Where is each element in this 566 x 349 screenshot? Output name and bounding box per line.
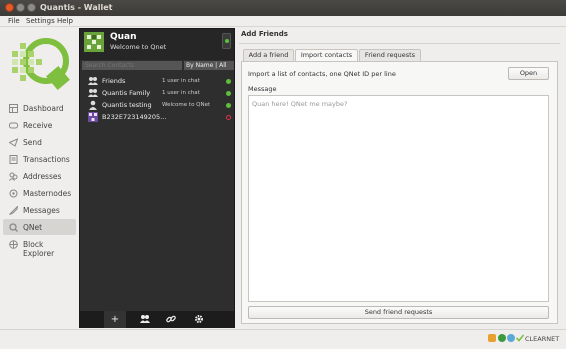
nav-dashboard-label: Dashboard [23, 104, 64, 113]
quantis-logo-icon [12, 38, 70, 91]
user-icon [89, 100, 97, 110]
online-status-toggle[interactable] [222, 33, 231, 49]
menu-help[interactable]: Help [57, 17, 73, 25]
minimize-window-button[interactable] [16, 3, 25, 12]
contact-status-text: 1 user in chat [162, 78, 200, 84]
online-indicator [226, 79, 231, 84]
menu-file[interactable]: File [8, 17, 20, 25]
receive-icon [9, 122, 18, 129]
qnet-icon [9, 223, 18, 232]
online-indicator [226, 91, 231, 96]
contacts-panel: Quan Welcome to Qnet By Name | All Frien… [79, 28, 235, 328]
add-friends-panel: Add Friends Add a friend Import contacts… [239, 28, 560, 326]
offline-indicator [226, 115, 231, 120]
page-title: Add Friends [241, 30, 288, 38]
profile-header: Quan Welcome to Qnet [80, 29, 234, 60]
contact-row[interactable]: Quantis testing Welcome to QNet [80, 99, 234, 111]
info-icon [507, 334, 515, 342]
nav-receive-label: Receive [23, 121, 53, 130]
add-group-button[interactable] [134, 311, 156, 328]
group-icon [140, 315, 150, 323]
block-explorer-icon [9, 240, 18, 249]
nav-transactions[interactable]: Transactions [3, 151, 76, 167]
contacts-settings-button[interactable] [188, 311, 210, 328]
add-contact-button[interactable]: + [104, 311, 126, 328]
status-bar: CLEARNET [0, 329, 566, 349]
contact-row[interactable]: Quantis Family 1 user in chat [80, 87, 234, 99]
profile-avatar-icon[interactable] [84, 32, 104, 52]
dashboard-icon [9, 104, 18, 113]
sidebar: Dashboard Receive Send Transactions Addr… [0, 27, 78, 329]
group-icon [88, 89, 98, 97]
message-field[interactable]: Quan here! QNet me maybe? [248, 95, 549, 302]
message-placeholder: Quan here! QNet me maybe? [252, 100, 348, 108]
import-instructions: Import a list of contacts, one QNet ID p… [248, 70, 396, 78]
messages-icon [9, 206, 18, 215]
nav-addresses[interactable]: Addresses [3, 168, 76, 184]
search-contacts-input[interactable] [82, 61, 182, 70]
addresses-icon [9, 172, 18, 181]
tab-add-a-friend[interactable]: Add a friend [243, 49, 294, 61]
connect-button[interactable] [160, 311, 182, 328]
network-label: CLEARNET [525, 335, 560, 343]
app-window: Quantis - Wallet File Settings Help Dash… [0, 0, 566, 349]
sync-status-icon [498, 334, 506, 342]
nav-qnet[interactable]: QNet [3, 219, 76, 235]
nav-masternodes-label: Masternodes [23, 189, 72, 198]
tab-friend-requests[interactable]: Friend requests [359, 49, 421, 61]
contact-row[interactable]: B232E723149205... [80, 111, 234, 123]
gear-icon [195, 315, 203, 323]
contacts-toolbar: + [80, 311, 234, 328]
title-bar: Quantis - Wallet [0, 0, 566, 16]
send-friend-requests-button[interactable]: Send friend requests [248, 306, 549, 319]
contact-row[interactable]: Friends 1 user in chat [80, 75, 234, 87]
title-divider [239, 43, 560, 44]
profile-name: Quan [110, 32, 137, 42]
nav-transactions-label: Transactions [23, 155, 70, 164]
nav-addresses-label: Addresses [23, 172, 62, 181]
import-contacts-panel: Import a list of contacts, one QNet ID p… [241, 61, 558, 324]
nav-messages-label: Messages [23, 206, 60, 215]
maximize-window-button[interactable] [27, 3, 36, 12]
masternodes-icon [9, 189, 18, 198]
menu-settings[interactable]: Settings [26, 17, 55, 25]
open-button[interactable]: Open [508, 67, 549, 80]
window-title: Quantis - Wallet [40, 3, 113, 12]
nav-masternodes[interactable]: Masternodes [3, 185, 76, 201]
contact-name: Quantis Family [102, 89, 151, 97]
close-window-button[interactable] [5, 3, 14, 12]
online-indicator [226, 103, 231, 108]
contact-name: Quantis testing [102, 101, 152, 109]
contact-sort-filter[interactable]: By Name | All [184, 61, 234, 70]
profile-subtitle: Welcome to Qnet [110, 43, 167, 51]
transactions-icon [9, 155, 18, 164]
link-icon [166, 315, 176, 323]
contact-name: Friends [102, 77, 126, 85]
nav-send[interactable]: Send [3, 134, 76, 150]
nav-block-explorer[interactable]: Block Explorer [3, 236, 76, 258]
group-icon [88, 77, 98, 85]
identicon-icon [88, 112, 98, 122]
nav-dashboard[interactable]: Dashboard [3, 100, 76, 116]
send-icon [9, 138, 18, 147]
message-label: Message [248, 85, 277, 93]
contact-status-text: 1 user in chat [162, 90, 200, 96]
lock-icon [488, 334, 496, 342]
nav-send-label: Send [23, 138, 42, 147]
menu-bar: File Settings Help [0, 16, 566, 27]
nav-qnet-label: QNet [23, 223, 43, 232]
contact-status-text: Welcome to QNet [162, 102, 211, 108]
contact-name: B232E723149205... [102, 113, 167, 121]
nav-receive[interactable]: Receive [3, 117, 76, 133]
nav-messages[interactable]: Messages [3, 202, 76, 218]
nav-block-explorer-label: Block Explorer [23, 240, 55, 258]
check-icon [516, 334, 524, 342]
